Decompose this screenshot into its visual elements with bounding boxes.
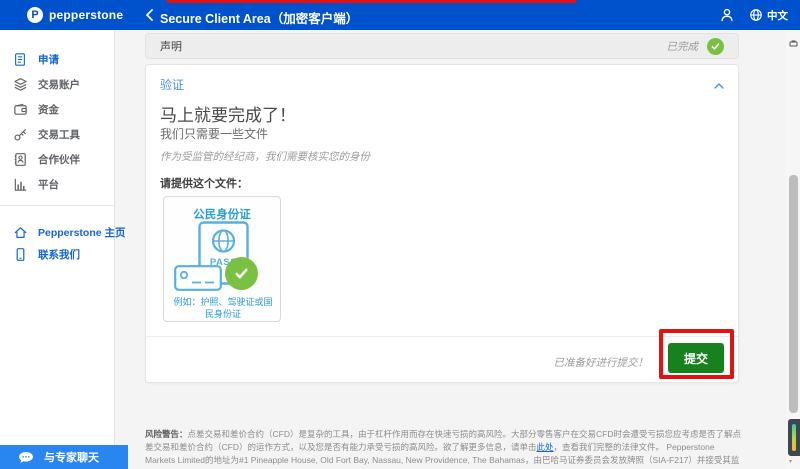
top-app-bar: P pepperstone Secure Client Area（加密客户端） … xyxy=(0,0,800,30)
verification-panel: 验证 马上就要完成了！ 我们只需要一些文件 作为受监管的经纪商，我们需要核实您的… xyxy=(145,64,739,383)
right-edge-widget[interactable] xyxy=(788,419,800,456)
id-card-icon xyxy=(174,265,222,296)
declaration-status-text: 已完成 xyxy=(667,39,699,54)
pepperstone-logo-icon: P xyxy=(27,7,43,23)
chat-bubble-icon xyxy=(18,451,34,464)
chat-with-expert-button[interactable]: 与专家聊天 xyxy=(0,445,128,469)
sidebar-item-label: 平台 xyxy=(38,177,59,192)
scrollbar-thumb[interactable] xyxy=(789,175,798,413)
document-card-caption: 例如：护照、驾驶证或国民身份证 xyxy=(170,297,276,320)
sidebar-item-label: 交易工具 xyxy=(38,127,80,142)
sidebar-link-pepperstone-home[interactable]: Pepperstone 主页 xyxy=(0,220,115,244)
page-marker-icon xyxy=(789,34,798,41)
language-label: 中文 xyxy=(767,8,788,23)
sidebar-item-trading-tools[interactable]: 交易工具 xyxy=(0,122,115,146)
topbar-actions: 中文 xyxy=(719,0,788,30)
secure-client-area-window: P pepperstone Secure Client Area（加密客户端） … xyxy=(0,0,800,469)
sidebar-item-label: 资金 xyxy=(38,102,59,117)
chevron-down-icon: ▾ xyxy=(789,459,797,465)
layers-icon xyxy=(13,77,28,92)
back-chevron-icon[interactable] xyxy=(142,7,158,23)
document-icon xyxy=(13,52,28,67)
sidebar-item-funds[interactable]: 资金 xyxy=(0,97,115,121)
key-icon xyxy=(13,127,28,142)
annotation-red-line xyxy=(167,0,576,3)
widget-gradient-bar xyxy=(792,424,796,451)
sidebar-item-label: 交易账户 xyxy=(38,77,80,92)
brand-wordmark: pepperstone xyxy=(49,8,123,22)
sidebar-item-partners[interactable]: 合作伙伴 xyxy=(0,147,115,171)
sidebar-item-application[interactable]: 申请 xyxy=(0,47,115,71)
sidebar-item-trading-accounts[interactable]: 交易账户 xyxy=(0,72,115,96)
wallet-icon xyxy=(13,102,28,117)
sidebar: 申请 交易账户 资金 交易工具 合作伙伴 xyxy=(0,30,115,445)
page-title: Secure Client Area（加密客户端） xyxy=(160,8,358,27)
chevron-up-icon[interactable] xyxy=(714,77,724,85)
sidebar-item-label: 合作伙伴 xyxy=(38,152,80,167)
language-switcher[interactable]: 中文 xyxy=(749,8,788,23)
address-book-icon xyxy=(13,152,28,167)
verification-heading: 马上就要完成了！ xyxy=(160,101,296,126)
verification-section-title: 验证 xyxy=(160,76,184,93)
ready-to-submit-text: 已准备好进行提交！ xyxy=(554,355,649,370)
account-icon[interactable] xyxy=(719,7,735,23)
document-illustration: PASS xyxy=(164,221,282,293)
document-card-title: 公民身份证 xyxy=(164,206,280,222)
sidebar-link-label: Pepperstone 主页 xyxy=(38,225,126,240)
risk-warning-footer: 风险警告：点差交易和差价合约（CFD）是复杂的工具，由于杠杆作用而存在快速亏损的… xyxy=(145,428,741,469)
citizen-id-document-card[interactable]: 公民身份证 PASS 例如：护照、驾驶证或国民身份证 xyxy=(163,196,281,322)
risk-warning-label: 风险警告： xyxy=(145,429,188,439)
sidebar-item-platforms[interactable]: 平台 xyxy=(0,172,115,196)
pepperstone-logo[interactable]: P pepperstone xyxy=(27,0,123,30)
check-circle-icon xyxy=(707,38,724,55)
verification-instruction: 请提供这个文件： xyxy=(160,175,248,191)
sidebar-divider xyxy=(0,205,114,206)
chat-button-label: 与专家聊天 xyxy=(44,449,99,465)
verification-note: 作为受监管的经纪商，我们需要核实您的身份 xyxy=(160,149,370,164)
document-check-circle-icon xyxy=(225,257,258,290)
submit-row-divider xyxy=(146,336,738,337)
sidebar-link-label: 联系我们 xyxy=(38,247,80,262)
declaration-title: 声明 xyxy=(160,38,182,54)
verification-subheading: 我们只需要一些文件 xyxy=(160,125,268,142)
declaration-section-header[interactable]: 声明 已完成 xyxy=(145,33,739,59)
annotation-red-box xyxy=(659,329,734,379)
home-icon xyxy=(13,225,28,240)
phone-icon xyxy=(13,247,28,262)
globe-icon xyxy=(749,8,763,22)
legal-docs-link[interactable]: 此处 xyxy=(536,442,553,452)
sidebar-item-label: 申请 xyxy=(38,52,59,67)
sidebar-link-contact-us[interactable]: 联系我们 xyxy=(0,242,115,266)
bar-chart-icon xyxy=(13,177,28,192)
